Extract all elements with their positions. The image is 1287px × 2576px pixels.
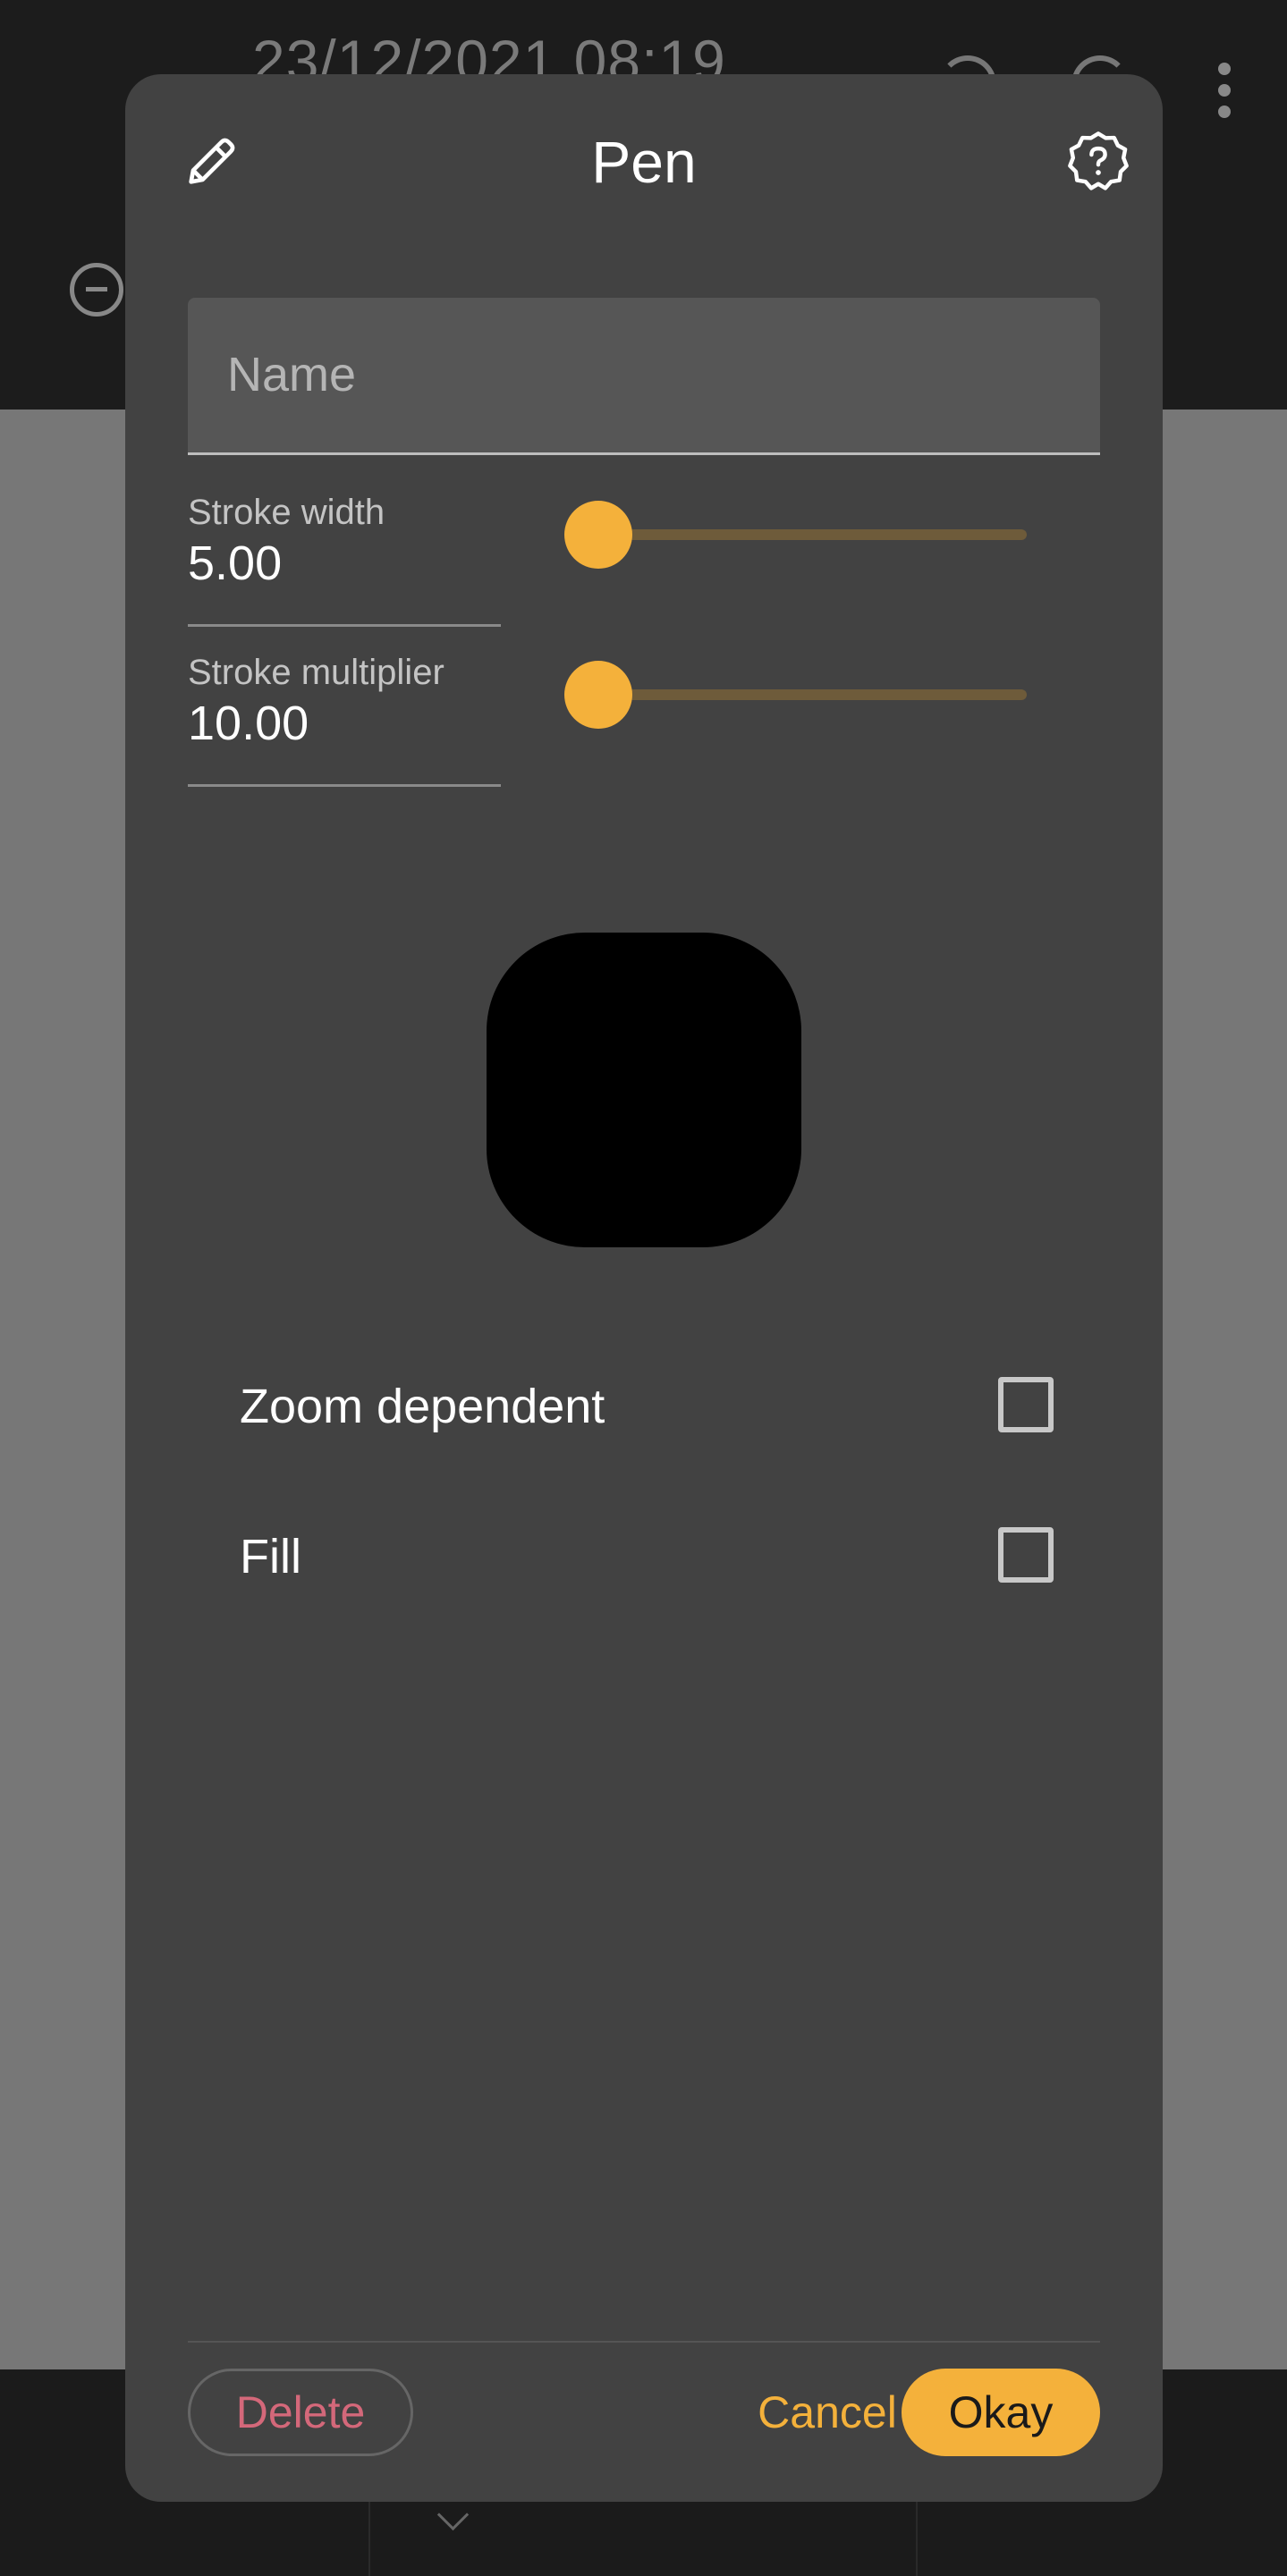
dialog-title: Pen: [591, 129, 697, 195]
slider-thumb[interactable]: [564, 501, 633, 569]
stroke-multiplier-slider[interactable]: [564, 661, 1027, 729]
pen-dialog: Pen Stroke width 5.00 Stroke multiplier …: [125, 74, 1163, 2502]
slider-track: [576, 529, 1027, 540]
stroke-multiplier-label: Stroke multiplier: [188, 653, 445, 692]
slider-track: [576, 689, 1027, 700]
help-badge-icon[interactable]: [1064, 128, 1132, 196]
name-input[interactable]: [225, 342, 1070, 407]
fill-checkbox[interactable]: [998, 1527, 1054, 1583]
cancel-button[interactable]: Cancel: [733, 2369, 921, 2456]
stroke-width-field[interactable]: Stroke width 5.00: [188, 493, 501, 627]
color-swatch[interactable]: [487, 933, 801, 1247]
stroke-width-label: Stroke width: [188, 493, 385, 532]
stroke-width-value[interactable]: 5.00: [188, 536, 282, 591]
dialog-header: Pen: [125, 74, 1163, 253]
stroke-multiplier-value[interactable]: 10.00: [188, 696, 309, 751]
zoom-dependent-option[interactable]: Zoom dependent: [240, 1368, 1054, 1448]
zoom-dependent-label: Zoom dependent: [240, 1380, 605, 1433]
delete-button[interactable]: Delete: [188, 2369, 413, 2456]
zoom-dependent-checkbox[interactable]: [998, 1377, 1054, 1432]
fill-label: Fill: [240, 1530, 301, 1584]
zoom-out-icon[interactable]: [70, 263, 123, 317]
more-vertical-icon[interactable]: [1216, 63, 1232, 118]
okay-button[interactable]: Okay: [902, 2369, 1100, 2456]
name-field[interactable]: [188, 298, 1100, 455]
slider-thumb[interactable]: [564, 661, 633, 729]
stroke-multiplier-field[interactable]: Stroke multiplier 10.00: [188, 653, 501, 787]
stroke-width-slider[interactable]: [564, 501, 1027, 569]
fill-option[interactable]: Fill: [240, 1518, 1054, 1599]
